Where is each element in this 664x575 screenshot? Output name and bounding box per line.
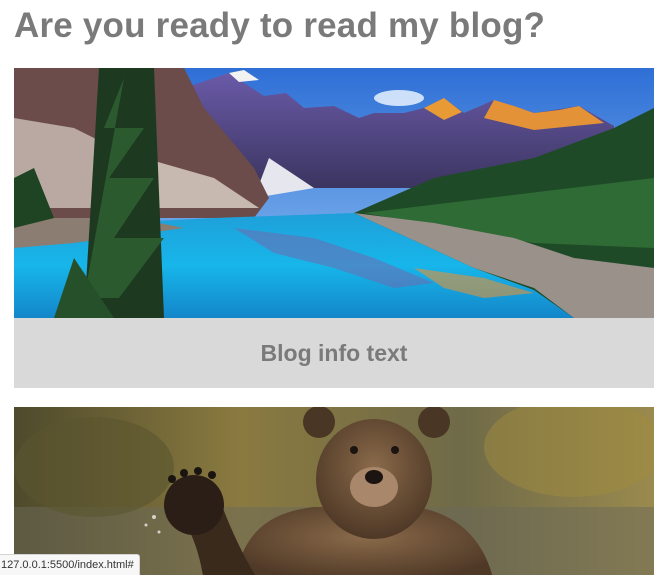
blog-card[interactable] <box>14 407 654 575</box>
blog-info-text: Blog info text <box>14 318 654 388</box>
blog-card-image[interactable] <box>14 68 654 318</box>
mountain-lake-image <box>14 68 654 318</box>
status-bar-url: 127.0.0.1:5500/index.html# <box>0 554 140 575</box>
blog-page: Are you ready to read my blog? Blog info… <box>0 0 664 575</box>
bear-image <box>14 407 654 575</box>
page-heading: Are you ready to read my blog? <box>14 6 546 45</box>
blog-card[interactable]: Blog info text <box>14 68 654 388</box>
blog-card-image[interactable] <box>14 407 654 575</box>
